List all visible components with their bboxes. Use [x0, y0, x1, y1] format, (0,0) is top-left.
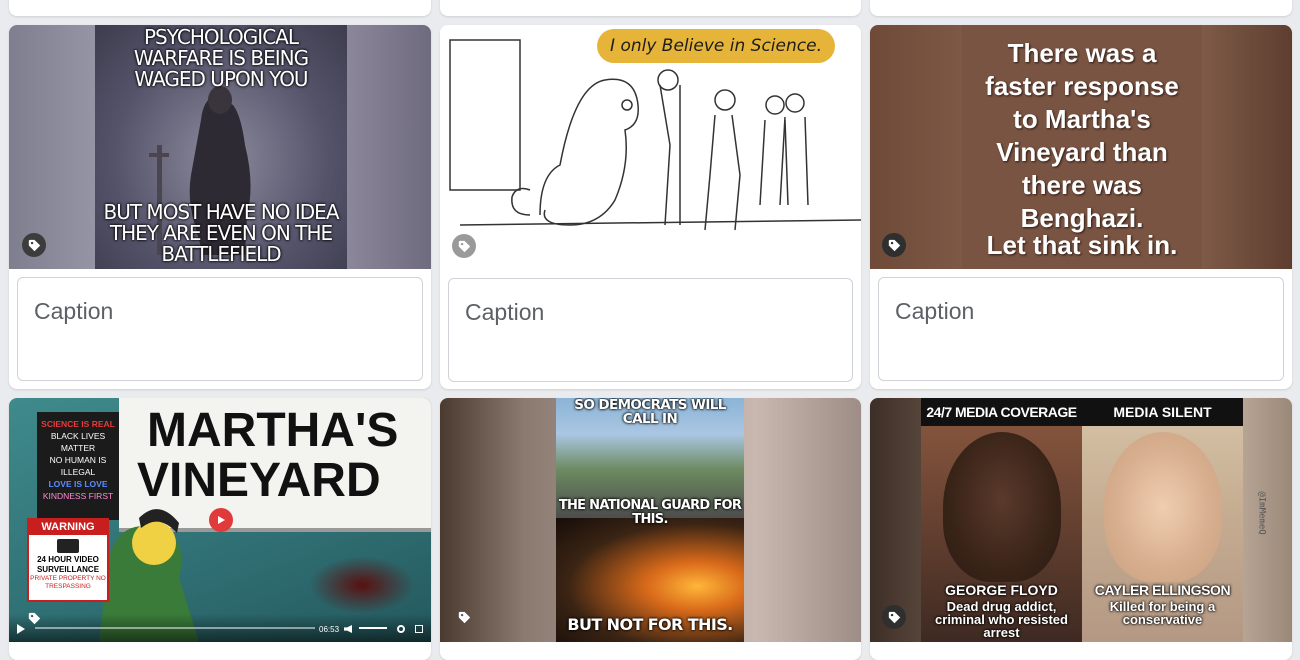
- post-image[interactable]: I only Believe in Science.: [440, 25, 861, 269]
- warning-footer: PRIVATE PROPERTY NO TRESPASSING: [30, 575, 106, 590]
- left-header: 24/7 MEDIA COVERAGE: [921, 398, 1082, 426]
- post-card-partial: [870, 0, 1292, 16]
- caption-field[interactable]: Caption: [878, 277, 1284, 381]
- left-portrait: [943, 432, 1061, 582]
- watermark: @ImMemeQ: [1256, 491, 1267, 535]
- post-card: PSYCHOLOGICAL WARFARE IS BEING WAGED UPO…: [9, 25, 431, 389]
- post-card: I only Believe in Science. Caption: [440, 25, 861, 389]
- tag-icon[interactable]: [882, 605, 906, 629]
- tag-icon[interactable]: [452, 605, 476, 629]
- meme-bottom-text: BUT MOST HAVE NO IDEA THEY ARE EVEN ON T…: [103, 200, 340, 266]
- tag-icon[interactable]: [22, 606, 46, 630]
- right-header: MEDIA SILENT: [1082, 398, 1243, 426]
- progress-bar[interactable]: [35, 627, 315, 629]
- knight-artwork: PSYCHOLOGICAL WARFARE IS BEING WAGED UPO…: [95, 25, 347, 269]
- caption-placeholder: Caption: [895, 298, 975, 324]
- meme-bottom-text: BUT NOT FOR THIS.: [567, 615, 733, 634]
- tag-icon[interactable]: [452, 234, 476, 258]
- video-controls: 06:53: [9, 614, 431, 642]
- post-image[interactable]: SO DEMOCRATS WILL CALL IN THE NATIONAL G…: [440, 398, 861, 642]
- meme-main-text: There was a faster response to Martha's …: [985, 38, 1179, 233]
- left-panel: 24/7 MEDIA COVERAGE GEORGE FLOYD Dead dr…: [921, 398, 1082, 642]
- caption-field[interactable]: Caption: [17, 277, 423, 381]
- meme-top-text: PSYCHOLOGICAL WARFARE IS BEING WAGED UPO…: [133, 25, 309, 91]
- post-image[interactable]: There was a faster response to Martha's …: [870, 25, 1292, 269]
- poster-line: BLACK LIVES MATTER: [50, 431, 106, 453]
- right-panel: MEDIA SILENT @ImMemeQ CAYLER ELLINGSON K…: [1082, 398, 1266, 642]
- post-video[interactable]: MARTHA'S VINEYARD SCIENCE IS REAL BLACK …: [9, 398, 431, 642]
- channel-logo: [309, 556, 415, 614]
- speech-bubble: I only Believe in Science.: [597, 29, 835, 63]
- right-name: CAYLER ELLINGSON: [1094, 582, 1231, 598]
- video-time: 06:53: [319, 625, 340, 634]
- caption-placeholder: Caption: [465, 299, 545, 325]
- right-desc: Killed for being a conservative: [1109, 599, 1216, 627]
- volume-slider[interactable]: [359, 627, 387, 629]
- warning-sign: WARNING 24 HOUR VIDEO SURVEILLANCE PRIVA…: [27, 518, 109, 602]
- warning-title: WARNING: [29, 520, 107, 535]
- warning-body: 24 HOUR VIDEO SURVEILLANCE: [36, 555, 100, 574]
- post-card-partial: [440, 0, 861, 16]
- fullscreen-icon[interactable]: [415, 625, 423, 633]
- poster-line: SCIENCE IS REAL: [41, 419, 115, 429]
- camera-icon: [57, 539, 79, 553]
- right-portrait: [1104, 432, 1222, 582]
- settings-gear-icon[interactable]: [397, 625, 405, 633]
- sign-line-1: MARTHA'S: [147, 404, 399, 457]
- tag-icon[interactable]: [22, 233, 46, 257]
- meme-sub-text: Let that sink in.: [986, 230, 1178, 260]
- poster-line: LOVE IS LOVE: [48, 479, 108, 489]
- post-card: MARTHA'S VINEYARD SCIENCE IS REAL BLACK …: [9, 398, 431, 660]
- meme-mid-text: THE NATIONAL GUARD FOR THIS.: [558, 498, 742, 527]
- volume-icon[interactable]: [344, 625, 352, 633]
- post-card: 24/7 MEDIA COVERAGE GEORGE FLOYD Dead dr…: [870, 398, 1292, 660]
- left-desc: Dead drug addict, criminal who resisted …: [935, 599, 1068, 640]
- play-button[interactable]: [209, 508, 233, 532]
- left-name: GEORGE FLOYD: [945, 582, 1058, 598]
- speech-text: I only Believe in Science.: [610, 36, 822, 56]
- caption-placeholder: Caption: [34, 298, 114, 324]
- poster-line: NO HUMAN IS ILLEGAL: [49, 455, 107, 477]
- post-card: There was a faster response to Martha's …: [870, 25, 1292, 389]
- tag-icon[interactable]: [882, 233, 906, 257]
- meme-top-text: SO DEMOCRATS WILL CALL IN: [574, 398, 726, 428]
- post-card: SO DEMOCRATS WILL CALL IN THE NATIONAL G…: [440, 398, 861, 660]
- post-image[interactable]: 24/7 MEDIA COVERAGE GEORGE FLOYD Dead dr…: [870, 398, 1292, 642]
- caption-field[interactable]: Caption: [448, 278, 853, 382]
- post-image[interactable]: PSYCHOLOGICAL WARFARE IS BEING WAGED UPO…: [9, 25, 431, 269]
- post-card-partial: [9, 0, 431, 16]
